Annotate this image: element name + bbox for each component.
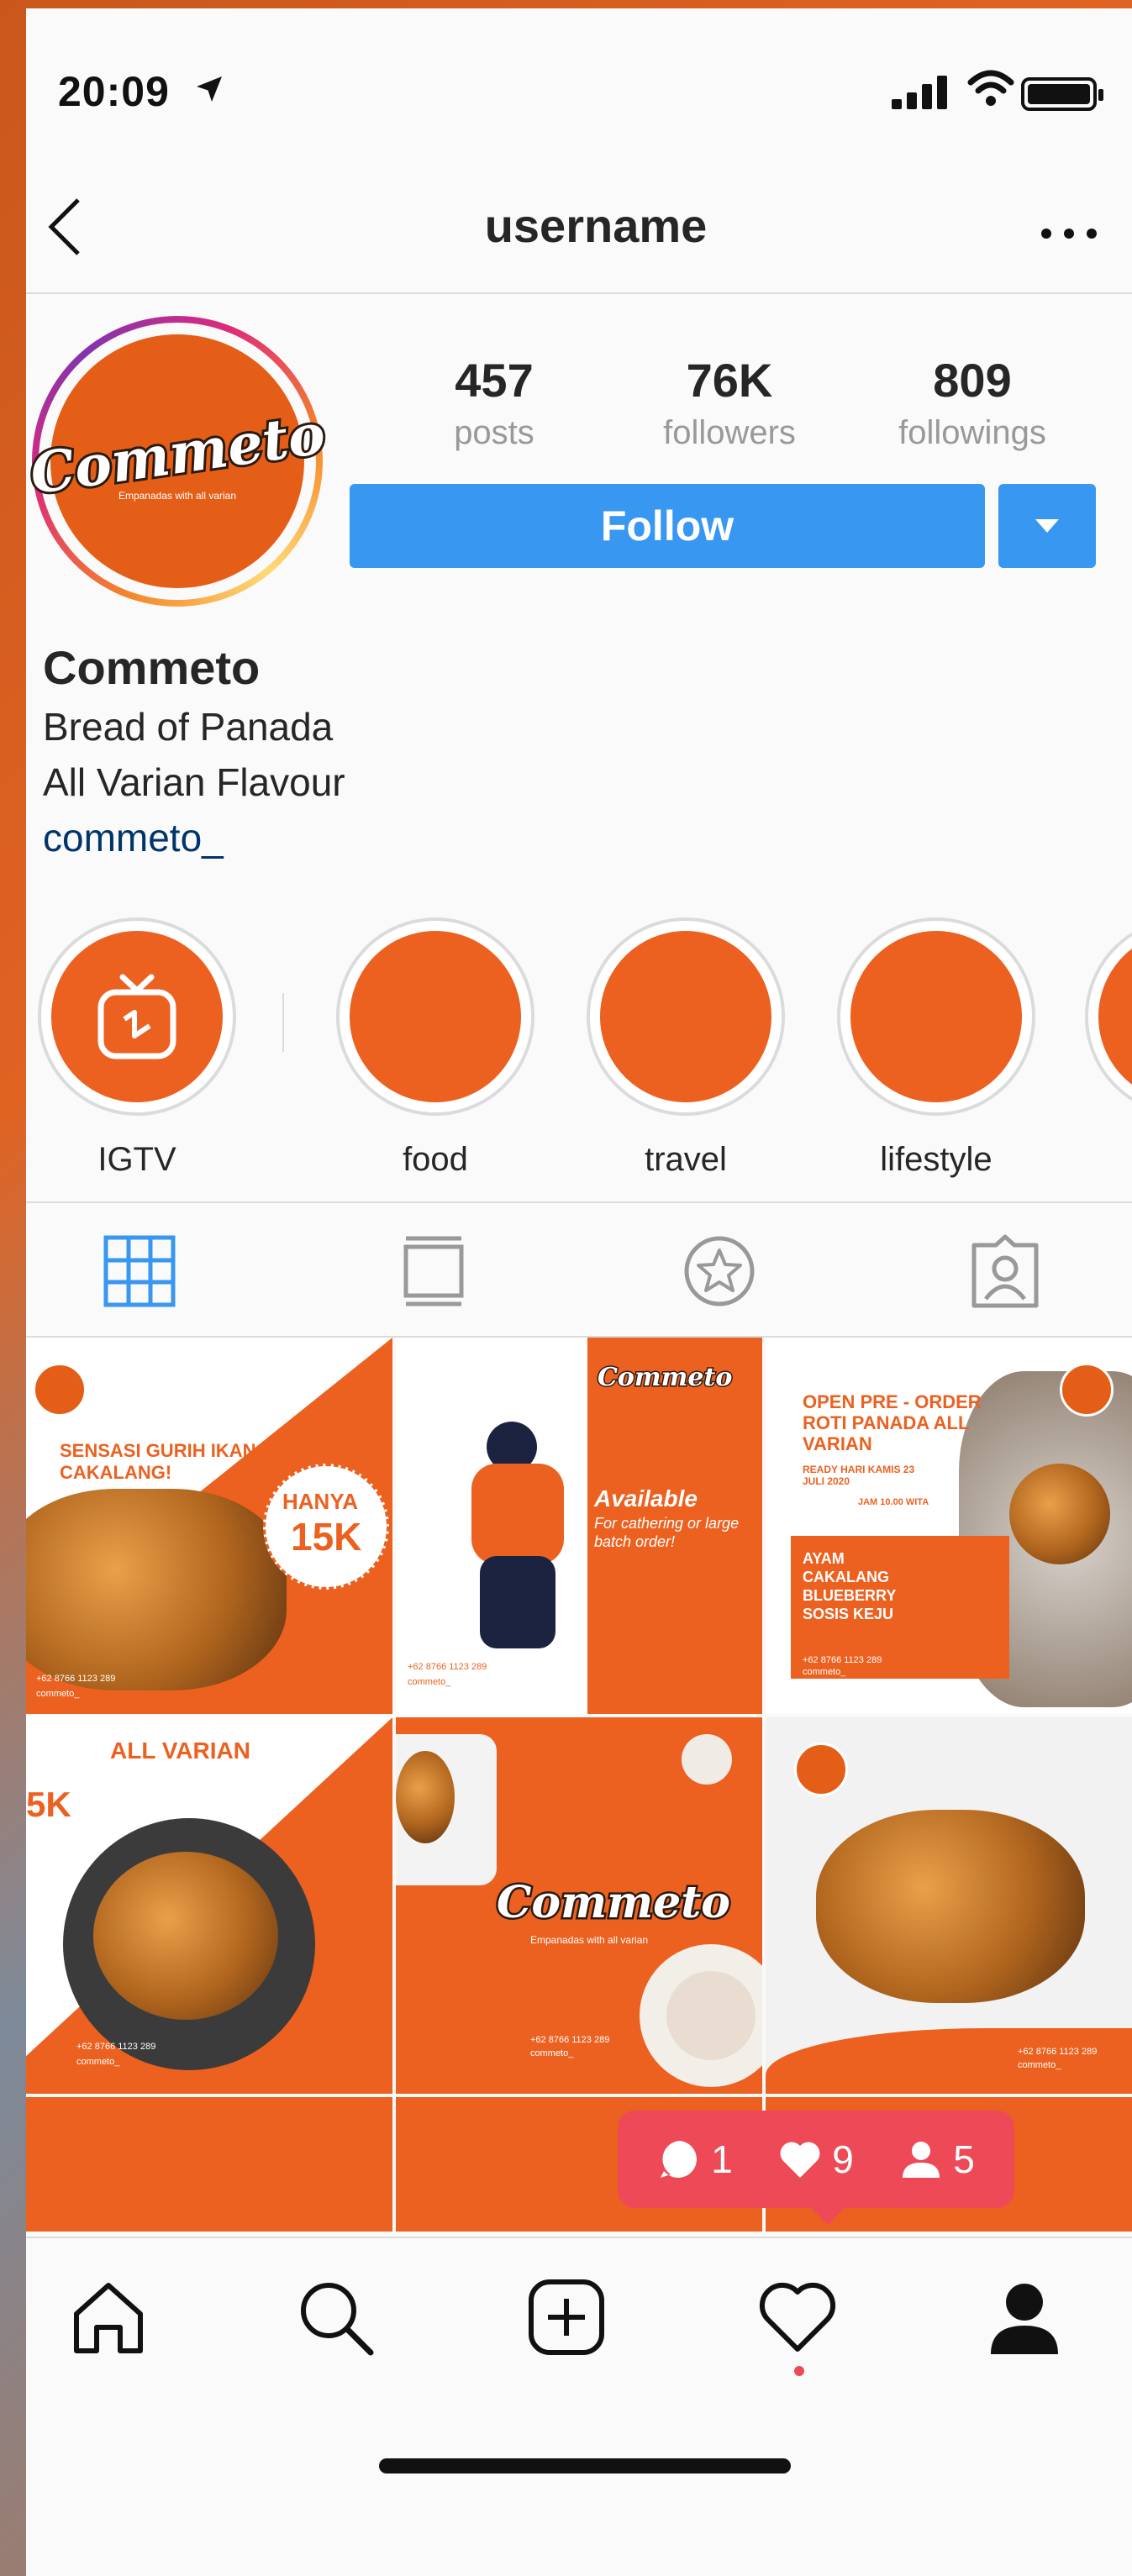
highlight-igtv[interactable]: IGTV xyxy=(38,917,236,1179)
profile-tabs xyxy=(26,1201,1132,1338)
bio-line-1: Bread of Panada xyxy=(43,705,334,749)
home-indicator xyxy=(379,2458,791,2473)
header-username: username xyxy=(484,199,708,252)
highlight-travel[interactable]: travel xyxy=(587,917,785,1179)
more-options-icon[interactable] xyxy=(1040,225,1098,242)
follow-button[interactable]: Follow xyxy=(350,484,985,568)
bio-link[interactable]: commeto_ xyxy=(43,815,224,860)
feed-view-icon[interactable] xyxy=(396,1233,471,1309)
post-tile-1[interactable]: SENSASI GURIH IKAN CAKALANG! HANYA 15K +… xyxy=(26,1338,392,1714)
grid-view-icon[interactable] xyxy=(102,1233,177,1309)
cellular-signal-icon xyxy=(892,76,947,109)
activity-notification-bubble[interactable]: 1 9 5 xyxy=(618,2111,1014,2225)
profile-header: username xyxy=(26,176,1132,294)
person-icon xyxy=(903,2142,940,2178)
profile-icon[interactable] xyxy=(984,2277,1065,2358)
stat-followings[interactable]: 809 followings xyxy=(871,353,1073,452)
highlight-divider xyxy=(282,993,284,1052)
post-tile-3[interactable]: OPEN PRE - ORDER ROTI PANADA ALL VARIAN … xyxy=(766,1338,1132,1714)
suggested-dropdown-button[interactable] xyxy=(998,484,1096,568)
highlight-lifestyle[interactable]: lifestyle xyxy=(837,917,1035,1179)
profile-name: Commeto xyxy=(43,641,261,694)
comment-icon xyxy=(661,2141,698,2178)
location-arrow-icon xyxy=(197,76,222,102)
post-tile-6[interactable]: +62 8766 1123 289 commeto_ xyxy=(766,1717,1132,2094)
search-icon[interactable] xyxy=(295,2277,376,2358)
saved-star-icon[interactable] xyxy=(682,1233,757,1309)
status-time: 20:09 xyxy=(58,68,170,115)
heart-icon xyxy=(780,2142,820,2178)
post-logo-text: Commeto xyxy=(596,1362,733,1394)
bio-line-2: All Varian Flavour xyxy=(43,760,345,804)
stat-followers[interactable]: 76K followers xyxy=(629,353,830,452)
battery-icon xyxy=(1021,77,1103,111)
phone-screen: 20:09 username Commeto Empanadas with al… xyxy=(26,8,1132,2576)
bottom-navigation xyxy=(26,2237,1132,2416)
home-icon[interactable] xyxy=(68,2277,149,2358)
highlight-more[interactable] xyxy=(1085,917,1132,1116)
post-tile-2[interactable]: Available For cathering or large batch o… xyxy=(396,1338,762,1714)
activity-indicator-dot xyxy=(794,2366,804,2376)
post-tile-7[interactable] xyxy=(26,2097,392,2232)
profile-avatar[interactable]: Commeto Empanadas with all varian xyxy=(26,316,331,607)
post-tile-4[interactable]: ALL VARIAN 5K +62 8766 1123 289 commeto_ xyxy=(26,1717,392,2094)
new-post-icon[interactable] xyxy=(526,2277,607,2358)
stat-posts[interactable]: 457 posts xyxy=(393,353,595,452)
wifi-icon xyxy=(967,70,1014,106)
status-bar: 20:09 xyxy=(26,8,1132,176)
activity-heart-icon[interactable] xyxy=(757,2277,838,2358)
post-tile-5[interactable]: Commeto Empanadas with all varian +62 87… xyxy=(396,1717,762,2094)
highlight-food[interactable]: food xyxy=(336,917,534,1179)
igtv-icon xyxy=(97,974,176,1059)
tagged-photos-icon[interactable] xyxy=(967,1233,1043,1309)
